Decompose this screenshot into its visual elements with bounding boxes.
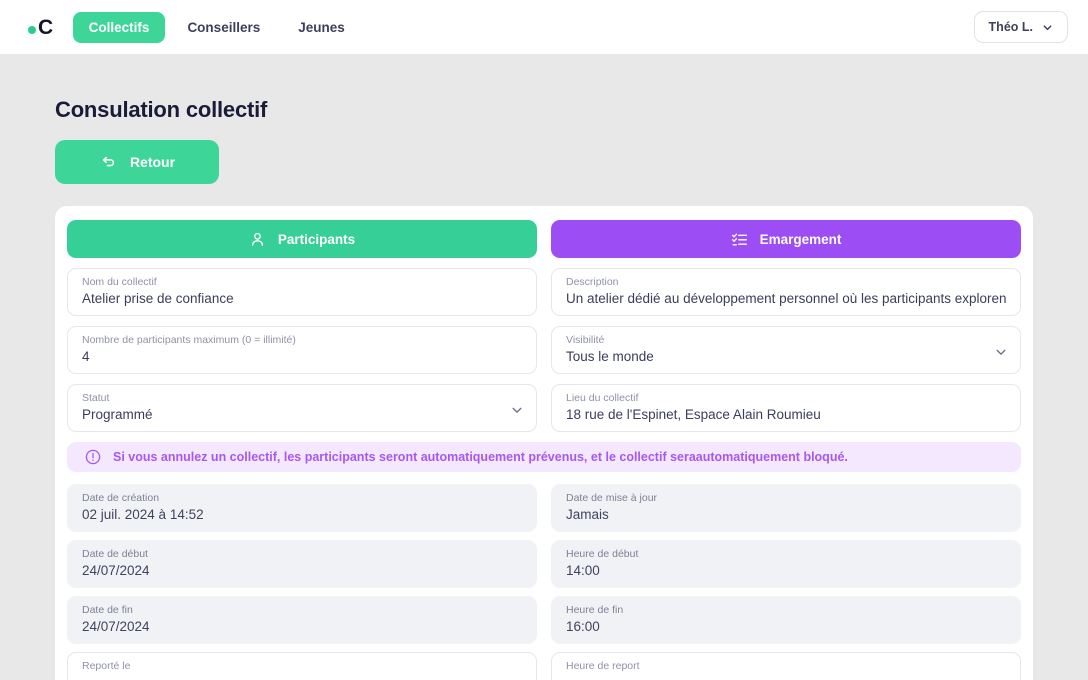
field-value: Un atelier dédié au développement person…	[566, 291, 1006, 306]
nav-item-collectifs[interactable]: Collectifs	[72, 11, 166, 43]
field-value: 16:00	[566, 619, 600, 634]
user-menu-label: Théo L.	[988, 20, 1033, 34]
form-row-participants-visibilite: Nombre de participants maximum (0 = illi…	[67, 326, 1021, 374]
field-heure-de-report[interactable]: Heure de report	[551, 652, 1021, 680]
alert-circle-icon	[85, 449, 101, 465]
field-label: Date de création	[82, 492, 160, 504]
field-visibilite[interactable]: Visibilité Tous le monde	[551, 326, 1021, 374]
field-label: Nom du collectif	[82, 276, 157, 288]
cancellation-warning-text: Si vous annulez un collectif, les partic…	[113, 450, 848, 464]
back-button-label: Retour	[129, 154, 176, 170]
form-row-fin: Date de fin 24/07/2024 Heure de fin 16:0…	[67, 596, 1021, 644]
field-description[interactable]: Description Un atelier dédié au développ…	[551, 268, 1021, 316]
card-action-row: Participants Emargement	[67, 220, 1021, 258]
field-date-mise-a-jour: Date de mise à jour Jamais	[551, 484, 1021, 532]
back-arrow-icon	[99, 154, 116, 171]
emargement-button[interactable]: Emargement	[551, 220, 1021, 258]
main-nav: Collectifs Conseillers Jeunes	[72, 11, 361, 43]
field-date-fin: Date de fin 24/07/2024	[67, 596, 537, 644]
field-value: Tous le monde	[566, 349, 654, 364]
field-heure-fin: Heure de fin 16:00	[551, 596, 1021, 644]
form-row-creation-update: Date de création 02 juil. 2024 à 14:52 D…	[67, 484, 1021, 532]
form-row-report: Reporté le Heure de report	[67, 652, 1021, 680]
page-title: Consulation collectif	[55, 97, 268, 122]
field-value: Jamais	[566, 507, 609, 522]
page-content: Consulation collectif Retour Participant…	[0, 54, 1088, 680]
field-value: 02 juil. 2024 à 14:52	[82, 507, 204, 522]
nav-item-conseillers[interactable]: Conseillers	[171, 12, 276, 43]
participants-button[interactable]: Participants	[67, 220, 537, 258]
collectif-detail-card: Participants Emargement Nom du collectif…	[55, 206, 1033, 680]
field-label: Description	[566, 276, 619, 288]
field-nom-du-collectif[interactable]: Nom du collectif Atelier prise de confia…	[67, 268, 537, 316]
field-date-debut: Date de début 24/07/2024	[67, 540, 537, 588]
back-button[interactable]: Retour	[55, 140, 219, 184]
field-label: Date de fin	[82, 604, 133, 616]
field-label: Date de début	[82, 548, 148, 560]
brand-logo[interactable]: C	[28, 17, 53, 38]
chevron-down-icon[interactable]	[995, 345, 1007, 357]
field-lieu-du-collectif[interactable]: Lieu du collectif 18 rue de l'Espinet, E…	[551, 384, 1021, 432]
field-date-creation: Date de création 02 juil. 2024 à 14:52	[67, 484, 537, 532]
brand-dot-icon	[28, 26, 36, 34]
chevron-down-icon	[1042, 22, 1053, 33]
form-row-debut: Date de début 24/07/2024 Heure de début …	[67, 540, 1021, 588]
chevron-down-icon[interactable]	[511, 403, 523, 415]
field-reporte-le[interactable]: Reporté le	[67, 652, 537, 680]
cancellation-warning-banner: Si vous annulez un collectif, les partic…	[67, 442, 1021, 472]
field-label: Statut	[82, 392, 110, 404]
field-label: Nombre de participants maximum (0 = illi…	[82, 334, 296, 346]
field-value: 24/07/2024	[82, 619, 150, 634]
field-value: 18 rue de l'Espinet, Espace Alain Roumie…	[566, 407, 821, 422]
field-label: Lieu du collectif	[566, 392, 639, 404]
field-value: 24/07/2024	[82, 563, 150, 578]
top-navigation-bar: C Collectifs Conseillers Jeunes Théo L.	[0, 0, 1088, 54]
form-row-nom-description: Nom du collectif Atelier prise de confia…	[67, 268, 1021, 316]
user-menu-button[interactable]: Théo L.	[973, 11, 1068, 43]
field-value: 14:00	[566, 563, 600, 578]
brand-letter: C	[38, 15, 53, 39]
field-heure-debut: Heure de début 14:00	[551, 540, 1021, 588]
field-label: Visibilité	[566, 334, 605, 346]
person-icon	[249, 231, 266, 248]
field-value: Atelier prise de confiance	[82, 291, 234, 306]
participants-button-label: Participants	[277, 231, 356, 247]
form-row-statut-lieu: Statut Programmé Lieu du collectif 18 ru…	[67, 384, 1021, 432]
field-value: 4	[82, 349, 90, 364]
field-label: Date de mise à jour	[566, 492, 658, 504]
field-value: Programmé	[82, 407, 153, 422]
field-statut[interactable]: Statut Programmé	[67, 384, 537, 432]
field-label: Reporté le	[82, 660, 131, 672]
emargement-button-label: Emargement	[759, 231, 842, 247]
checklist-icon	[731, 231, 748, 248]
nav-item-jeunes[interactable]: Jeunes	[282, 12, 361, 43]
field-label: Heure de fin	[566, 604, 624, 616]
field-nombre-participants-max[interactable]: Nombre de participants maximum (0 = illi…	[67, 326, 537, 374]
field-label: Heure de début	[566, 548, 639, 560]
field-label: Heure de report	[566, 660, 640, 672]
